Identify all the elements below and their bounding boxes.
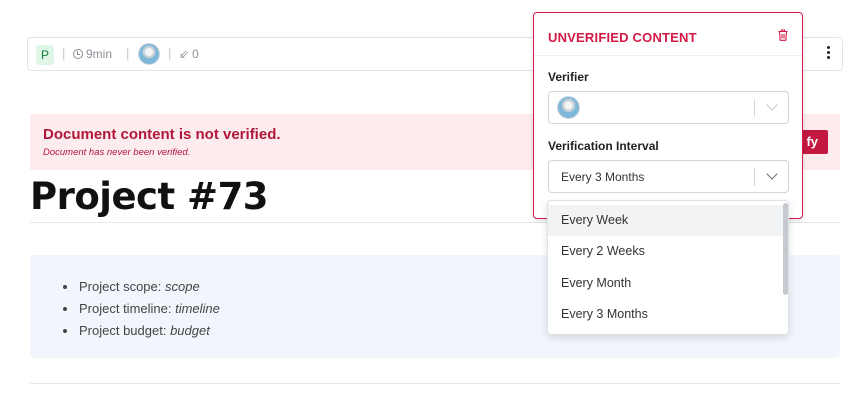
list-item: Project timeline: timeline: [63, 298, 220, 320]
interval-value: Every 3 Months: [561, 170, 645, 184]
verification-popover: UNVERIFIED CONTENT Verifier Verification…: [533, 12, 803, 219]
chevron-down-icon: [766, 99, 778, 111]
list-item: Project scope: scope: [63, 276, 220, 298]
author-avatar[interactable]: P: [36, 45, 54, 65]
verifier-label: Verifier: [548, 70, 589, 84]
banner-title: Document content is not verified.: [43, 126, 281, 143]
interval-option-every-3-months[interactable]: Every 3 Months: [548, 299, 784, 330]
interval-option-every-week[interactable]: Every Week: [548, 205, 784, 236]
verifier-select[interactable]: [548, 91, 789, 124]
toolbar-separator: |: [62, 46, 66, 61]
divider: [534, 55, 802, 56]
dropdown-scrollbar[interactable]: [783, 203, 788, 295]
backlinks-count: 0: [192, 47, 199, 61]
backlinks[interactable]: ⇙ 0: [179, 47, 199, 61]
divider: [30, 383, 840, 384]
verifier-avatar: [557, 96, 580, 119]
banner-subtitle: Document has never been verified.: [43, 147, 191, 158]
list-item: Project budget: budget: [63, 320, 220, 342]
read-time-value: 9min: [86, 47, 113, 61]
interval-label: Verification Interval: [548, 139, 659, 153]
interval-select[interactable]: Every 3 Months: [548, 160, 789, 193]
read-time: 9min: [73, 47, 112, 61]
user-avatar[interactable]: [138, 43, 160, 65]
interval-option-every-2-weeks[interactable]: Every 2 Weeks: [548, 236, 784, 267]
toolbar-separator: |: [126, 46, 130, 61]
arrow-down-left-icon: ⇙: [179, 47, 190, 61]
page-title: Project #73: [30, 175, 269, 218]
chevron-down-icon[interactable]: [766, 168, 778, 180]
popover-title: UNVERIFIED CONTENT: [548, 30, 697, 45]
clock-icon: [73, 49, 83, 59]
interval-dropdown-menu: Every Week Every 2 Weeks Every Month Eve…: [547, 200, 789, 335]
more-options-icon[interactable]: [827, 46, 830, 59]
trash-icon[interactable]: [778, 29, 788, 41]
project-details-list: Project scope: scope Project timeline: t…: [63, 276, 220, 342]
toolbar-separator: |: [168, 46, 172, 61]
interval-option-every-month[interactable]: Every Month: [548, 268, 784, 299]
